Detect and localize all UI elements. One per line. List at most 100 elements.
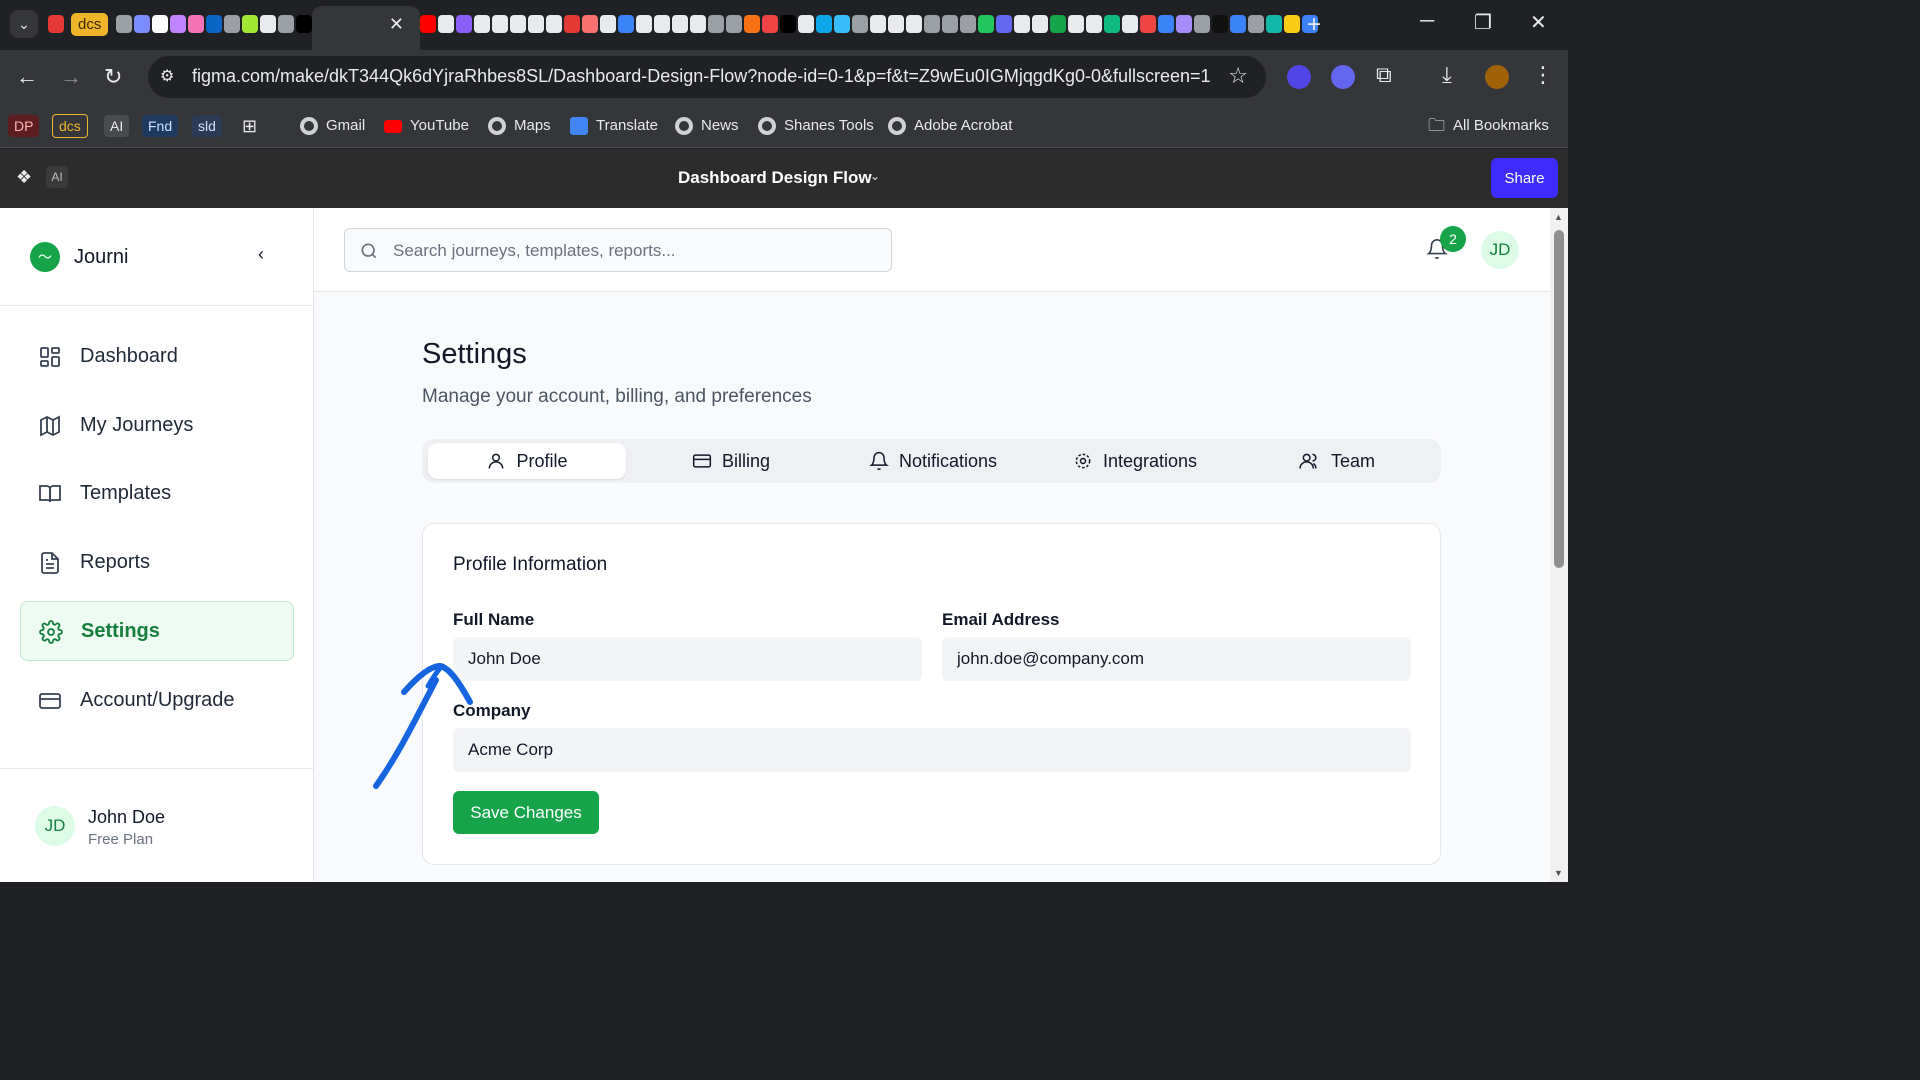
tab-favicon[interactable] — [1266, 15, 1282, 33]
url-text[interactable]: figma.com/make/dkT344Qk6dYjraRhbes8SL/Da… — [192, 66, 1211, 87]
email-field[interactable] — [942, 637, 1411, 681]
tab-favicon[interactable] — [1158, 15, 1174, 33]
sidebar-item-dashboard[interactable]: Dashboard — [20, 327, 294, 387]
profile-avatar-icon[interactable] — [1485, 65, 1509, 89]
tab-favicon[interactable] — [924, 15, 940, 33]
forward-icon[interactable]: → — [60, 64, 82, 90]
tab-favicon[interactable] — [816, 15, 832, 33]
bookmark-shanes-tools[interactable]: Shanes Tools — [758, 114, 874, 138]
bookmark-dp[interactable]: DP — [8, 114, 40, 138]
tab-favicon[interactable] — [492, 15, 508, 33]
tab-favicon[interactable] — [188, 15, 204, 33]
tab-favicon[interactable] — [978, 15, 994, 33]
tab-favicon[interactable] — [942, 15, 958, 33]
scroll-up-icon[interactable]: ▲ — [1554, 212, 1563, 222]
tab-favicon[interactable] — [48, 15, 64, 33]
avatar[interactable]: JD — [1481, 231, 1519, 269]
tab-favicon[interactable] — [1248, 15, 1264, 33]
tab-favicon[interactable] — [780, 15, 796, 33]
sidebar-user-card[interactable]: JD John Doe Free Plan — [0, 768, 313, 882]
extensions-puzzle-icon[interactable]: ⧉ — [1376, 62, 1392, 88]
bookmark-star-icon[interactable]: ☆ — [1228, 63, 1248, 89]
all-bookmarks[interactable]: 🗀 All Bookmarks — [1428, 114, 1549, 138]
tab-favicon[interactable] — [1284, 15, 1300, 33]
tab-favicon[interactable] — [762, 15, 778, 33]
tab-favicon[interactable] — [852, 15, 868, 33]
share-button[interactable]: Share — [1491, 158, 1558, 198]
tab-favicon[interactable] — [528, 15, 544, 33]
company-field[interactable] — [453, 728, 1411, 772]
address-bar[interactable]: ⚙ figma.com/make/dkT344Qk6dYjraRhbes8SL/… — [148, 56, 1266, 98]
bookmark-dcs[interactable]: dcs — [52, 114, 88, 138]
tab-favicon[interactable] — [152, 15, 168, 33]
tab-favicon[interactable] — [582, 15, 598, 33]
figma-logo-icon[interactable]: ❖ — [16, 167, 32, 188]
sidebar-item-account-upgrade[interactable]: Account/Upgrade — [20, 671, 294, 731]
tab-favicon[interactable] — [888, 15, 904, 33]
minimize-icon[interactable]: ─ — [1420, 10, 1434, 33]
close-window-icon[interactable]: ✕ — [1530, 10, 1547, 35]
bookmark-youtube[interactable]: YouTube — [384, 114, 469, 138]
tab-favicon[interactable] — [510, 15, 526, 33]
tab-team[interactable]: Team — [1238, 443, 1436, 479]
tab-favicon[interactable] — [996, 15, 1012, 33]
sidebar-item-my-journeys[interactable]: My Journeys — [20, 396, 294, 456]
bookmark-news[interactable]: News — [675, 114, 739, 138]
sidebar-item-settings[interactable]: Settings — [20, 601, 294, 661]
chevron-down-icon[interactable]: ⌄ — [870, 169, 880, 183]
bookmark-ai[interactable]: AI — [104, 114, 130, 138]
tab-favicon[interactable] — [278, 15, 294, 33]
tab-favicon[interactable] — [116, 15, 132, 33]
scrollbar[interactable]: ▲ ▼ — [1550, 208, 1568, 882]
tab-favicon[interactable] — [690, 15, 706, 33]
apps-grid-icon[interactable]: ⊞ — [242, 114, 257, 138]
extension-icon[interactable] — [1287, 65, 1311, 89]
full-name-field[interactable] — [453, 637, 922, 681]
tab-group-chip[interactable]: dcs — [71, 13, 109, 36]
tab-favicon[interactable] — [474, 15, 490, 33]
active-tab[interactable]: ✕ — [312, 6, 420, 50]
save-changes-button[interactable]: Save Changes — [453, 791, 599, 834]
tab-favicon[interactable] — [636, 15, 652, 33]
tab-favicon[interactable] — [726, 15, 742, 33]
bookmark-gmail[interactable]: Gmail — [300, 114, 365, 138]
tab-favicon[interactable] — [960, 15, 976, 33]
tab-favicon[interactable] — [242, 15, 258, 33]
tab-favicon[interactable] — [546, 15, 562, 33]
tab-favicon[interactable] — [798, 15, 814, 33]
tab-favicon[interactable] — [420, 15, 436, 33]
search-box[interactable] — [344, 228, 892, 272]
tab-profile[interactable]: Profile — [428, 443, 626, 479]
tab-favicon[interactable] — [1122, 15, 1138, 33]
back-icon[interactable]: ← — [16, 64, 38, 90]
site-info-icon[interactable]: ⚙ — [160, 66, 174, 86]
browser-menu-icon[interactable]: ⋮ — [1532, 62, 1554, 88]
bookmark-adobe-acrobat[interactable]: Adobe Acrobat — [888, 114, 1012, 138]
tab-favicon[interactable] — [708, 15, 724, 33]
tab-favicon[interactable] — [206, 15, 222, 33]
scroll-down-icon[interactable]: ▼ — [1554, 868, 1563, 878]
tab-favicon[interactable] — [260, 15, 276, 33]
bookmark-translate[interactable]: Translate — [570, 114, 658, 138]
tab-favicon[interactable] — [1176, 15, 1192, 33]
tab-favicon[interactable] — [170, 15, 186, 33]
collapse-sidebar-icon[interactable]: ‹ — [258, 244, 264, 265]
tab-search-button[interactable]: ⌄ — [10, 10, 38, 38]
tab-favicon[interactable] — [1212, 15, 1228, 33]
new-tab-button[interactable]: + — [1307, 11, 1321, 39]
tab-integrations[interactable]: Integrations — [1036, 443, 1234, 479]
tab-favicon[interactable] — [1104, 15, 1120, 33]
tab-favicon[interactable] — [672, 15, 688, 33]
tab-favicon[interactable] — [600, 15, 616, 33]
tab-favicon[interactable] — [224, 15, 240, 33]
tab-favicon[interactable] — [564, 15, 580, 33]
tab-favicon[interactable] — [744, 15, 760, 33]
tab-favicon[interactable] — [1014, 15, 1030, 33]
tab-favicon[interactable] — [134, 15, 150, 33]
reload-icon[interactable]: ↻ — [104, 64, 122, 90]
search-input[interactable] — [393, 237, 873, 265]
tab-favicon[interactable] — [1050, 15, 1066, 33]
bookmark-maps[interactable]: Maps — [488, 114, 551, 138]
sidebar-item-reports[interactable]: Reports — [20, 533, 294, 593]
tab-favicon[interactable] — [1140, 15, 1156, 33]
